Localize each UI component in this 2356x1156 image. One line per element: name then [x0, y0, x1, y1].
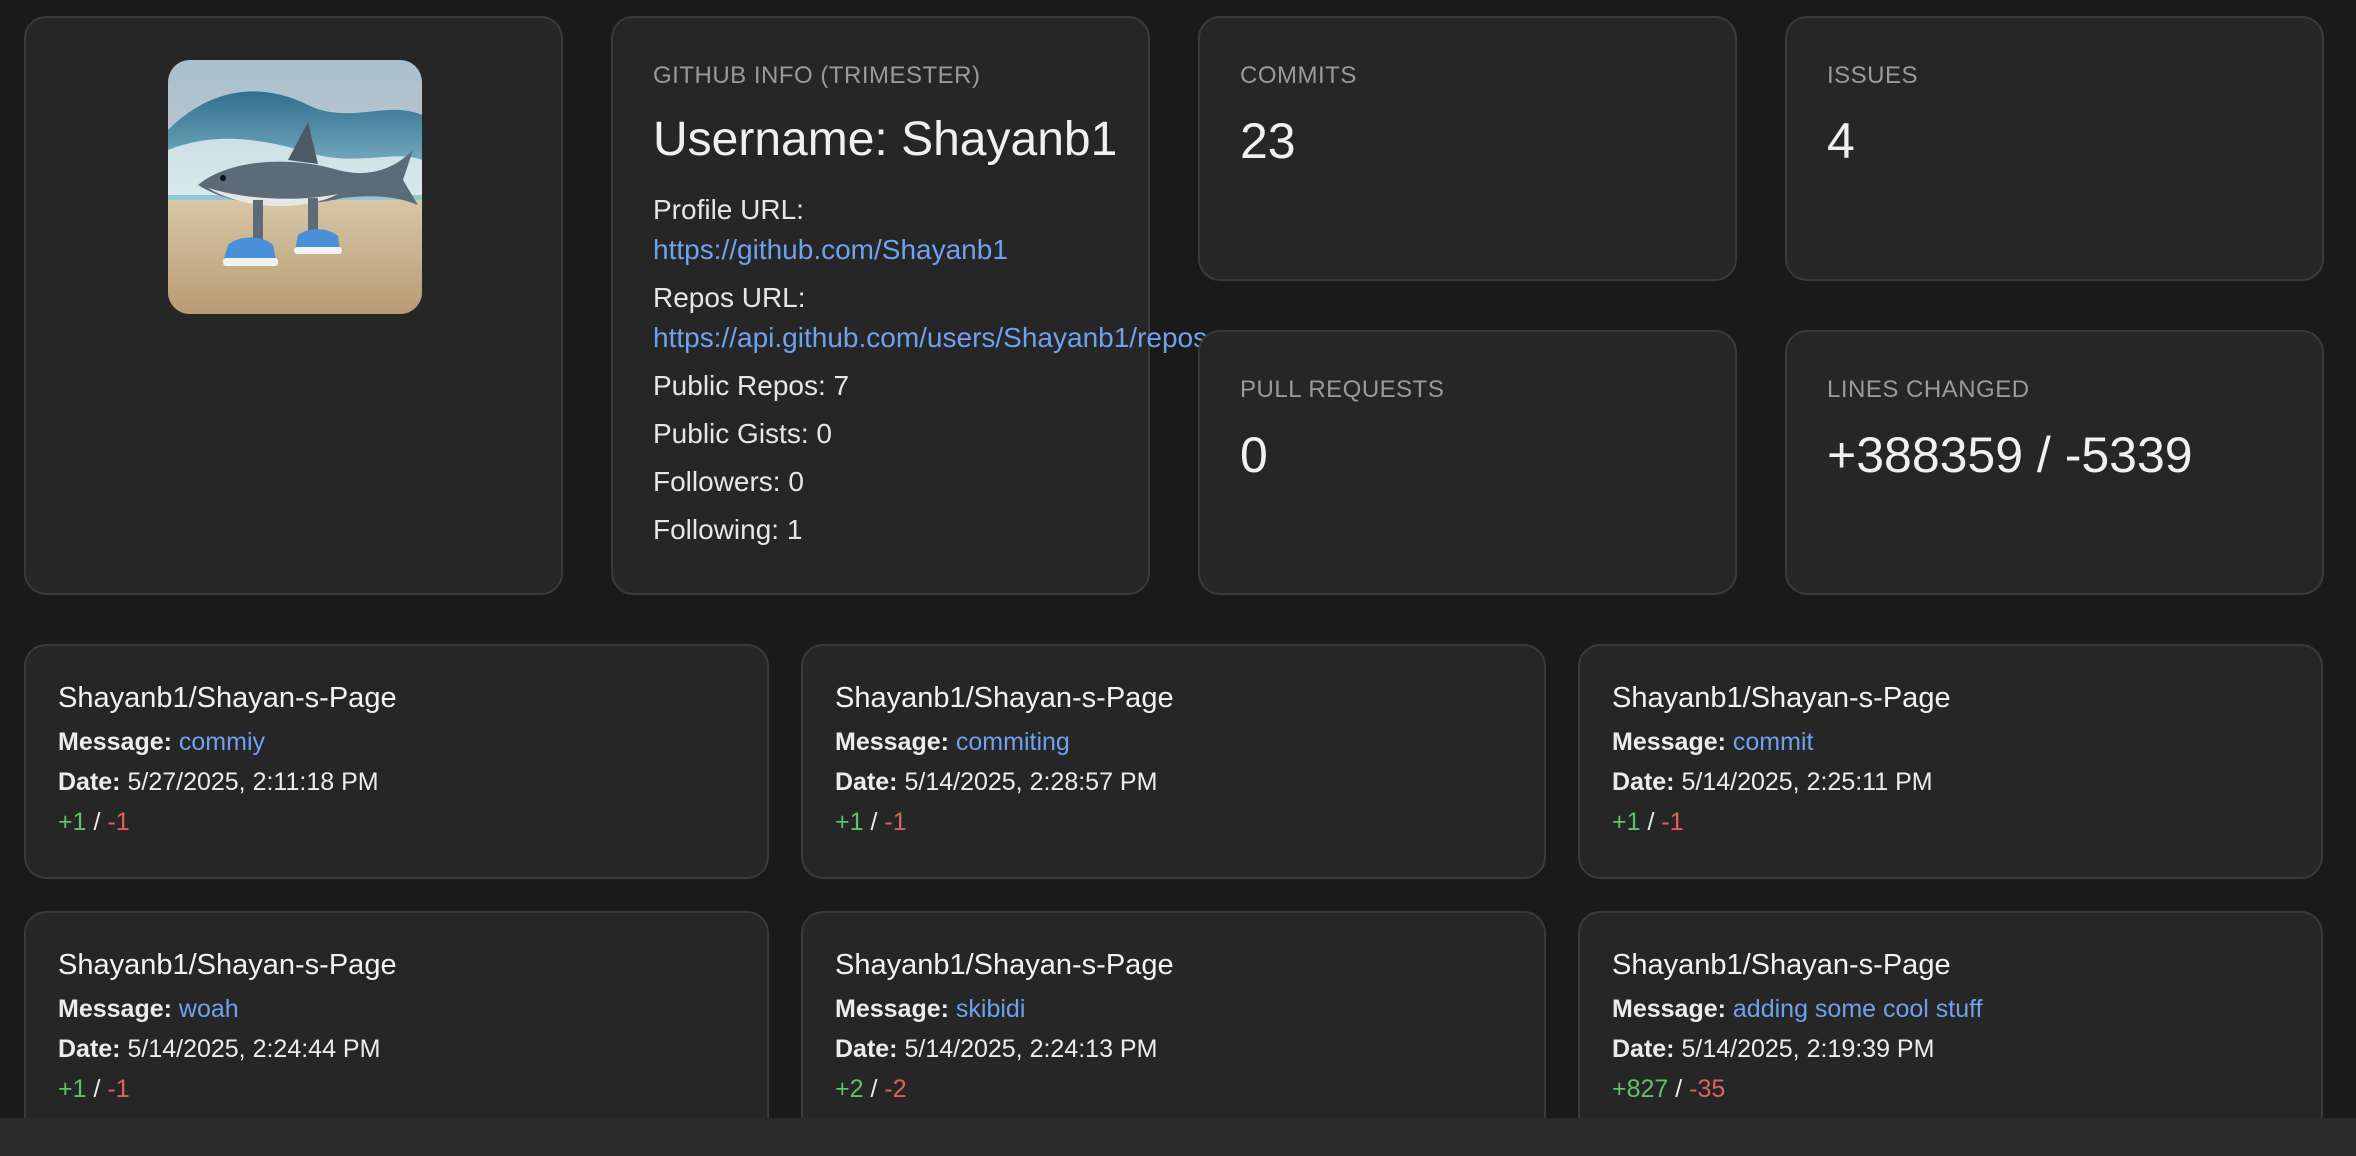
followers: Followers: 0: [653, 466, 804, 497]
date-label: Date:: [835, 1035, 898, 1063]
profile-url-link[interactable]: https://github.com/Shayanb1: [653, 234, 1008, 266]
commit-date-value: 5/27/2025, 2:11:18 PM: [127, 768, 379, 796]
commit-repo: Shayanb1/Shayan-s-Page: [1612, 682, 1951, 714]
commit-additions: +1: [58, 808, 87, 836]
diff-separator: /: [93, 808, 101, 836]
commit-additions: +827: [1612, 1075, 1669, 1103]
commit-message: Message: skibidi: [835, 995, 1025, 1024]
commits-stat-label: COMMITS: [1240, 62, 1357, 89]
commit-repo: Shayanb1/Shayan-s-Page: [58, 682, 397, 714]
commit-diff: +1 / -1: [835, 808, 907, 837]
commit-message: Message: commiting: [835, 728, 1070, 757]
lines-changed-stat-value: +388359 / -5339: [1827, 427, 2193, 483]
github-info-label: GITHUB INFO (TRIMESTER): [653, 62, 981, 89]
commit-message-value: woah: [178, 995, 239, 1023]
commit-additions: +1: [1612, 808, 1641, 836]
commit-additions: +1: [835, 808, 864, 836]
commit-message-value: commit: [1732, 728, 1814, 756]
commit-deletions: -35: [1689, 1075, 1726, 1103]
issues-stat-card: ISSUES 4: [1785, 16, 2324, 281]
message-label: Message:: [58, 728, 172, 756]
lines-changed-stat-label: LINES CHANGED: [1827, 376, 2030, 403]
avatar: [168, 60, 422, 314]
commit-card[interactable]: Shayanb1/Shayan-s-Page Message: adding s…: [1578, 911, 2323, 1146]
pull-requests-stat-card: PULL REQUESTS 0: [1198, 330, 1737, 595]
commit-card[interactable]: Shayanb1/Shayan-s-Page Message: woah Dat…: [24, 911, 769, 1146]
commit-deletions: -1: [107, 808, 130, 836]
github-info-card: GITHUB INFO (TRIMESTER) Username: Shayan…: [611, 16, 1207, 595]
commit-message: Message: commiy: [58, 728, 265, 757]
diff-separator: /: [1675, 1075, 1683, 1103]
commit-date: Date: 5/27/2025, 2:11:18 PM: [58, 768, 379, 797]
commit-repo: Shayanb1/Shayan-s-Page: [835, 682, 1174, 714]
date-label: Date:: [1612, 1035, 1675, 1063]
profile-url-label: Profile URL:: [653, 194, 804, 225]
commit-date: Date: 5/14/2025, 2:24:44 PM: [58, 1035, 380, 1064]
issues-stat-label: ISSUES: [1827, 62, 1919, 89]
diff-separator: /: [870, 1075, 878, 1103]
commit-diff: +1 / -1: [1612, 808, 1684, 837]
commit-deletions: -1: [1661, 808, 1684, 836]
username: Username: Shayanb1: [653, 113, 1118, 166]
commit-date: Date: 5/14/2025, 2:24:13 PM: [835, 1035, 1157, 1064]
date-label: Date:: [58, 768, 121, 796]
commit-repo: Shayanb1/Shayan-s-Page: [1612, 949, 1951, 981]
commit-repo: Shayanb1/Shayan-s-Page: [58, 949, 397, 981]
commit-date: Date: 5/14/2025, 2:28:57 PM: [835, 768, 1157, 797]
commit-date: Date: 5/14/2025, 2:25:11 PM: [1612, 768, 1933, 797]
commit-message: Message: commit: [1612, 728, 1813, 757]
commit-deletions: -1: [884, 808, 907, 836]
repos-url-link[interactable]: https://api.github.com/users/Shayanb1/re…: [653, 322, 1207, 354]
commit-card[interactable]: Shayanb1/Shayan-s-Page Message: commit D…: [1578, 644, 2323, 879]
commit-deletions: -2: [884, 1075, 907, 1103]
date-label: Date:: [835, 768, 898, 796]
commits-stat-card: COMMITS 23: [1198, 16, 1737, 281]
commit-date-value: 5/14/2025, 2:25:11 PM: [1681, 768, 1933, 796]
lines-changed-stat-card: LINES CHANGED +388359 / -5339: [1785, 330, 2324, 595]
commit-date-value: 5/14/2025, 2:28:57 PM: [904, 768, 1158, 796]
shark-avatar-image: [168, 60, 422, 314]
diff-separator: /: [93, 1075, 101, 1103]
commit-message: Message: woah: [58, 995, 239, 1024]
message-label: Message:: [835, 728, 949, 756]
commit-card[interactable]: Shayanb1/Shayan-s-Page Message: commitin…: [801, 644, 1546, 879]
diff-separator: /: [870, 808, 878, 836]
commit-message-value: skibidi: [955, 995, 1026, 1023]
diff-separator: /: [1647, 808, 1655, 836]
commit-deletions: -1: [107, 1075, 130, 1103]
pull-requests-stat-label: PULL REQUESTS: [1240, 376, 1445, 403]
date-label: Date:: [1612, 768, 1675, 796]
commit-date-value: 5/14/2025, 2:24:13 PM: [904, 1035, 1158, 1063]
message-label: Message:: [835, 995, 949, 1023]
commit-message: Message: adding some cool stuff: [1612, 995, 1983, 1024]
message-label: Message:: [1612, 995, 1726, 1023]
commit-diff: +1 / -1: [58, 808, 130, 837]
message-label: Message:: [1612, 728, 1726, 756]
commit-diff: +827 / -35: [1612, 1075, 1725, 1104]
public-repos: Public Repos: 7: [653, 370, 850, 401]
horizontal-scrollbar[interactable]: [0, 1118, 2356, 1156]
commit-date-value: 5/14/2025, 2:24:44 PM: [127, 1035, 381, 1063]
commit-message-value: adding some cool stuff: [1732, 995, 1983, 1023]
date-label: Date:: [58, 1035, 121, 1063]
pull-requests-stat-value: 0: [1240, 427, 1268, 483]
commit-message-value: commiy: [178, 728, 266, 756]
commit-card[interactable]: Shayanb1/Shayan-s-Page Message: commiy D…: [24, 644, 769, 879]
issues-stat-value: 4: [1827, 113, 1855, 169]
commit-date: Date: 5/14/2025, 2:19:39 PM: [1612, 1035, 1934, 1064]
commit-card[interactable]: Shayanb1/Shayan-s-Page Message: skibidi …: [801, 911, 1546, 1146]
commit-additions: +1: [58, 1075, 87, 1103]
commits-stat-value: 23: [1240, 113, 1296, 169]
public-gists: Public Gists: 0: [653, 418, 832, 449]
commit-date-value: 5/14/2025, 2:19:39 PM: [1681, 1035, 1935, 1063]
commit-diff: +1 / -1: [58, 1075, 130, 1104]
avatar-card: [24, 16, 563, 595]
following: Following: 1: [653, 514, 803, 545]
message-label: Message:: [58, 995, 172, 1023]
commit-additions: +2: [835, 1075, 864, 1103]
commit-repo: Shayanb1/Shayan-s-Page: [835, 949, 1174, 981]
commit-diff: +2 / -2: [835, 1075, 907, 1104]
repos-url-label: Repos URL:: [653, 282, 806, 313]
commit-message-value: commiting: [955, 728, 1070, 756]
